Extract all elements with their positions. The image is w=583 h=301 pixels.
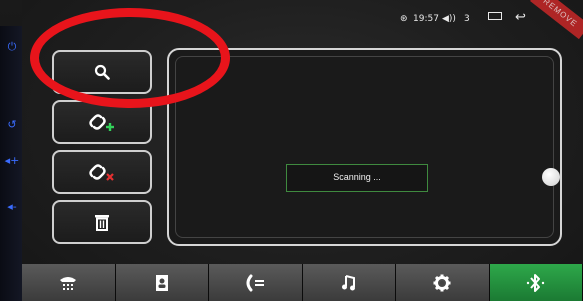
remove-device-button[interactable] (52, 150, 152, 194)
dialpad-icon (60, 276, 77, 290)
link-add-icon (89, 114, 114, 131)
status-bar: ⊛ 19:57 ◀)) 3 ↩ REMOVE (22, 0, 583, 40)
tab-music[interactable] (302, 264, 396, 301)
volume-level: 3 (464, 14, 470, 24)
tab-bluetooth[interactable] (489, 264, 583, 301)
tab-contacts[interactable] (115, 264, 209, 301)
volume-down-icon[interactable]: ◂- (4, 200, 20, 214)
tab-call-log[interactable] (209, 264, 303, 301)
signal-icon: ⊛ (400, 14, 408, 24)
head-unit-screen: ⊛ 19:57 ◀)) 3 ↩ REMOVE Scanning ... (22, 0, 583, 301)
device-list-area (175, 56, 554, 238)
remove-badge: REMOVE (530, 0, 583, 40)
tab-dialpad[interactable] (22, 264, 116, 301)
back-icon[interactable]: ↺ (4, 118, 20, 132)
add-device-button[interactable] (52, 100, 152, 144)
search-icon (94, 64, 110, 80)
hardware-button-strip: ⏻ ↺ ◂+ ◂- (0, 26, 24, 301)
bottom-nav (22, 264, 583, 301)
volume-icon: ◀)) (442, 14, 456, 24)
window-icon[interactable] (488, 12, 502, 20)
device-list-panel: Scanning ... (167, 48, 562, 246)
call-log-icon (246, 274, 265, 291)
delete-button[interactable] (52, 200, 152, 244)
back-arrow-icon[interactable]: ↩ (515, 10, 526, 25)
clock: 19:57 (413, 14, 439, 24)
tab-settings[interactable] (396, 264, 490, 301)
bluetooth-icon (526, 273, 544, 292)
volume-up-icon[interactable]: ◂+ (4, 154, 20, 168)
scroll-knob[interactable] (542, 168, 560, 186)
gear-icon (433, 274, 451, 291)
search-button[interactable] (52, 50, 152, 94)
link-remove-icon (89, 164, 114, 181)
music-icon (341, 274, 355, 290)
power-icon[interactable]: ⏻ (4, 40, 20, 54)
contacts-icon (155, 274, 168, 291)
scanning-status: Scanning ... (286, 164, 428, 192)
trash-icon (95, 215, 109, 231)
